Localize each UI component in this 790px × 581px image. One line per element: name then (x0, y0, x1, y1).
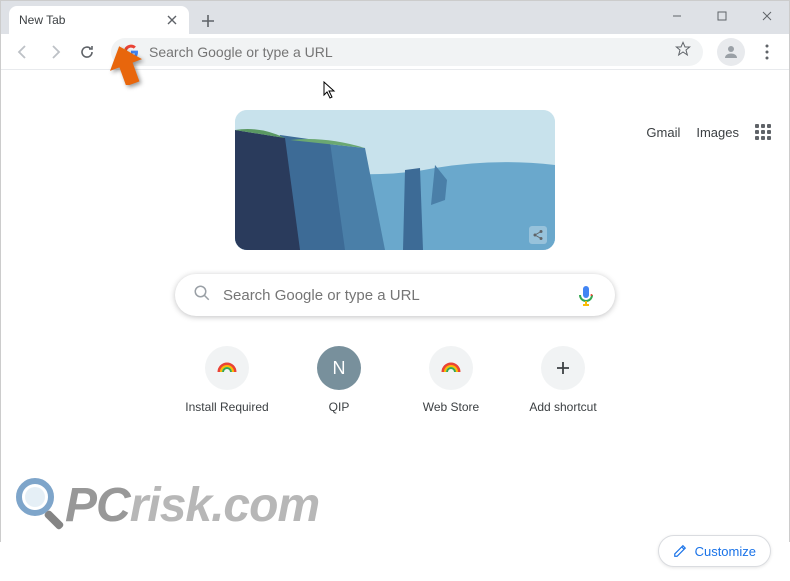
apps-grid-icon[interactable] (755, 124, 771, 140)
customize-button[interactable]: Customize (658, 535, 771, 567)
shortcut-label: Add shortcut (529, 400, 596, 414)
toolbar (1, 34, 789, 70)
omnibox[interactable] (111, 38, 703, 66)
shortcut-tile-icon: N (317, 346, 361, 390)
share-icon[interactable] (529, 226, 547, 244)
google-doodle[interactable] (235, 110, 555, 250)
google-g-icon (123, 44, 139, 60)
plus-icon (541, 346, 585, 390)
shortcut-add[interactable]: Add shortcut (519, 346, 607, 414)
shortcut-label: Install Required (185, 400, 268, 414)
tab-strip: New Tab (1, 1, 789, 34)
gmail-link[interactable]: Gmail (646, 125, 680, 140)
window-controls (654, 1, 789, 31)
new-tab-button[interactable] (195, 8, 221, 34)
chrome-menu-button[interactable] (753, 38, 781, 66)
magnifier-icon (13, 475, 73, 535)
search-box[interactable] (175, 274, 615, 316)
address-input[interactable] (149, 44, 675, 60)
shortcut-label: QIP (329, 400, 350, 414)
watermark-suffix: risk.com (130, 479, 319, 532)
shortcuts-row: Install Required N QIP Web Store Add sho… (1, 346, 789, 414)
tab-title: New Tab (19, 13, 65, 27)
shortcut-install-required[interactable]: Install Required (183, 346, 271, 414)
pcrisk-watermark: PCrisk.com (13, 475, 319, 535)
images-link[interactable]: Images (696, 125, 739, 140)
back-button[interactable] (9, 38, 37, 66)
watermark-prefix: PC (65, 479, 130, 532)
voice-search-icon[interactable] (577, 285, 597, 305)
profile-avatar[interactable] (717, 38, 745, 66)
shortcut-tile-icon (429, 346, 473, 390)
pencil-icon (673, 544, 687, 558)
customize-label: Customize (695, 544, 756, 559)
shortcut-label: Web Store (423, 400, 479, 414)
forward-button[interactable] (41, 38, 69, 66)
mouse-cursor-icon (323, 81, 337, 104)
shortcut-tile-icon (205, 346, 249, 390)
close-window-button[interactable] (744, 1, 789, 31)
bookmark-star-icon[interactable] (675, 41, 691, 62)
minimize-button[interactable] (654, 1, 699, 31)
reload-button[interactable] (73, 38, 101, 66)
search-input[interactable] (223, 287, 577, 304)
shortcut-web-store[interactable]: Web Store (407, 346, 495, 414)
doodle-illustration (235, 110, 555, 250)
close-tab-icon[interactable] (165, 13, 179, 27)
maximize-button[interactable] (699, 1, 744, 31)
tab-new-tab[interactable]: New Tab (9, 6, 189, 34)
top-links: Gmail Images (646, 124, 771, 140)
shortcut-qip[interactable]: N QIP (295, 346, 383, 414)
search-icon (193, 284, 211, 307)
